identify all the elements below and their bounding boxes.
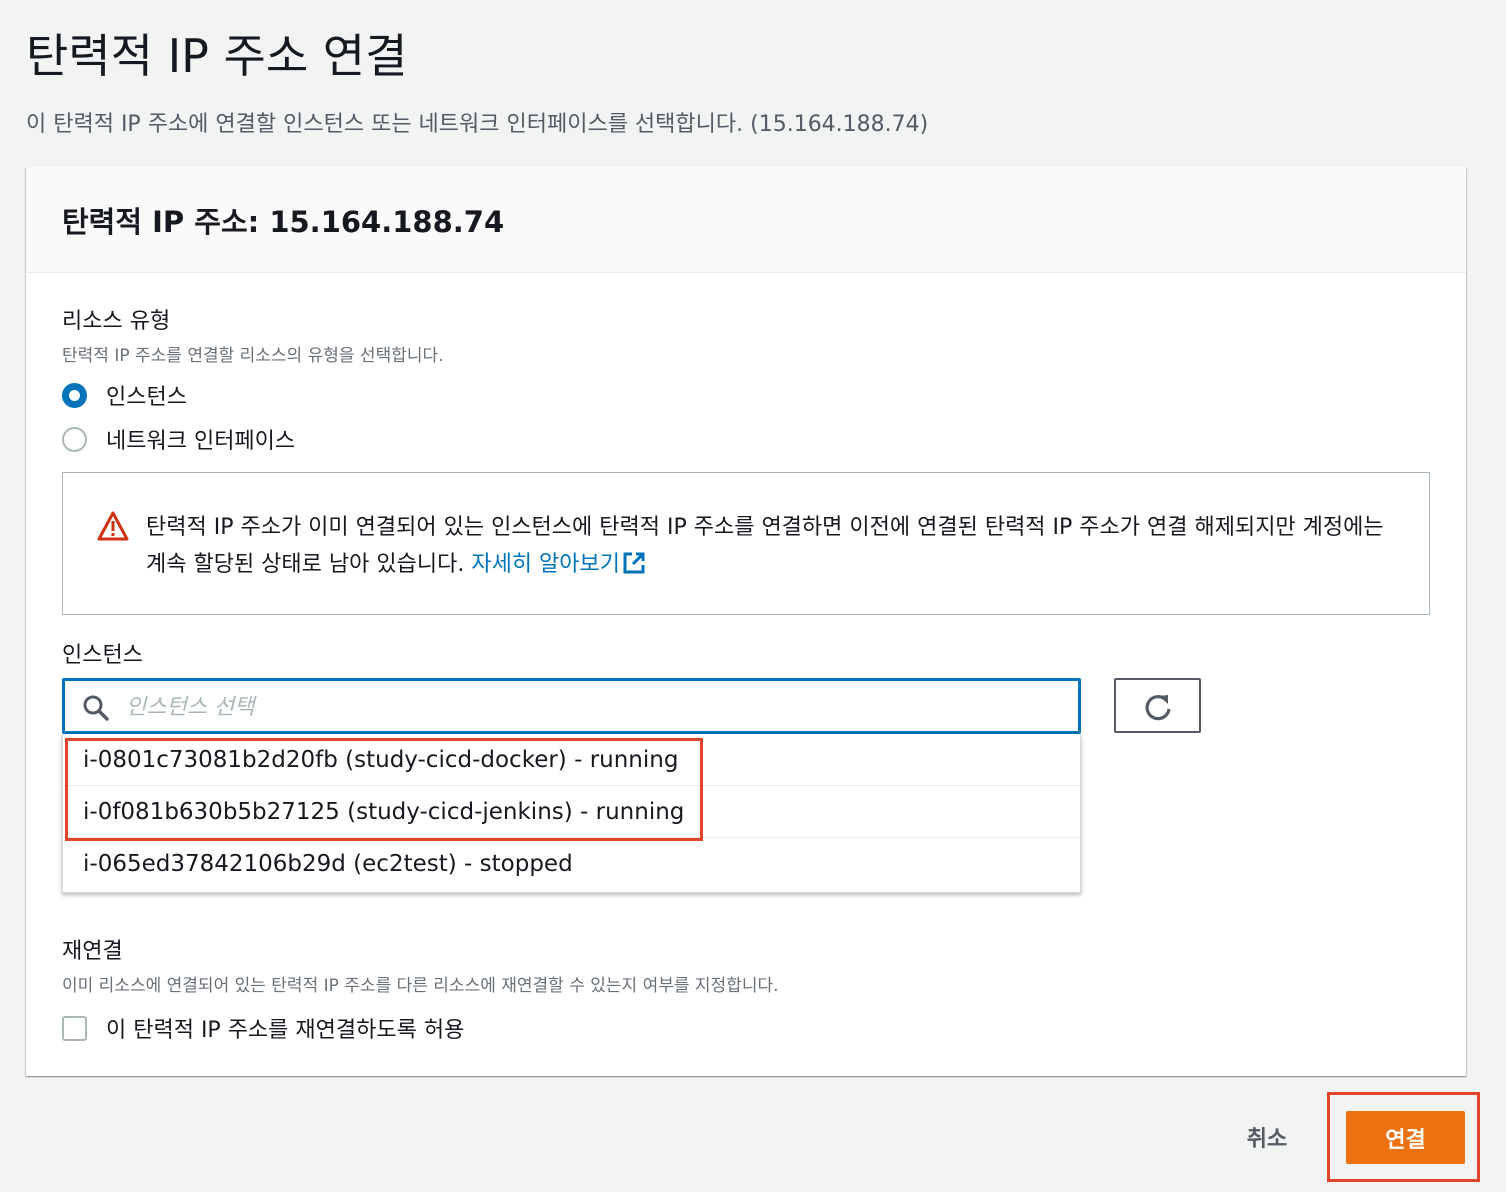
panel-title: 탄력적 IP 주소: 15.164.188.74 [62, 205, 505, 239]
instance-option[interactable]: i-0f081b630b5b27125 (study-cicd-jenkins)… [63, 786, 1080, 838]
refresh-icon [1145, 695, 1171, 721]
cancel-button[interactable]: 취소 [1232, 1115, 1302, 1159]
instance-search-input[interactable] [126, 690, 1026, 724]
instance-search-box[interactable] [62, 678, 1081, 734]
instance-dropdown-list: i-0801c73081b2d20fb (study-cicd-docker) … [62, 734, 1081, 893]
instance-option[interactable]: i-0801c73081b2d20fb (study-cicd-docker) … [63, 734, 1080, 786]
refresh-button[interactable] [1114, 678, 1201, 733]
reassociate-section: 재연결 이미 리소스에 연결되어 있는 탄력적 IP 주소를 다른 리소스에 재… [62, 933, 779, 1044]
warning-alert: 탄력적 IP 주소가 이미 연결되어 있는 인스턴스에 탄력적 IP 주소를 연… [62, 472, 1430, 615]
page-description: 이 탄력적 IP 주소에 연결할 인스턴스 또는 네트워크 인터페이스를 선택합… [26, 112, 929, 137]
reassociate-checkbox[interactable] [62, 1015, 87, 1041]
learn-more-link[interactable]: 자세히 알아보기 [471, 552, 646, 577]
radio-network-interface[interactable] [62, 426, 87, 452]
page-title: 탄력적 IP 주소 연결 [26, 29, 408, 83]
learn-more-label[interactable]: 자세히 알아보기 [471, 552, 620, 577]
radio-option-instance[interactable]: 인스턴스 [62, 380, 444, 410]
radio-option-network-interface[interactable]: 네트워크 인터페이스 [62, 424, 444, 454]
radio-instance-label[interactable]: 인스턴스 [106, 379, 187, 411]
warning-message: 탄력적 IP 주소가 이미 연결되어 있는 인스턴스에 탄력적 IP 주소를 연… [146, 515, 1384, 577]
reassociate-description: 이미 리소스에 연결되어 있는 탄력적 IP 주소를 다른 리소스에 재연결할 … [62, 976, 779, 996]
panel-header: 탄력적 IP 주소: 15.164.188.74 [26, 167, 1466, 273]
warning-text-block: 탄력적 IP 주소가 이미 연결되어 있는 인스턴스에 탄력적 IP 주소를 연… [146, 509, 1406, 583]
external-link-icon [623, 552, 645, 574]
search-icon [83, 695, 109, 721]
radio-network-interface-label[interactable]: 네트워크 인터페이스 [106, 423, 295, 455]
resource-type-description: 탄력적 IP 주소를 연결할 리소스의 유형을 선택합니다. [62, 346, 444, 366]
reassociate-checkbox-row[interactable]: 이 탄력적 IP 주소를 재연결하도록 허용 [62, 1012, 779, 1044]
warning-icon [97, 511, 129, 541]
resource-type-label: 리소스 유형 [62, 309, 171, 334]
associate-panel: 탄력적 IP 주소: 15.164.188.74 리소스 유형 탄력적 IP 주… [26, 167, 1466, 1076]
reassociate-checkbox-label[interactable]: 이 탄력적 IP 주소를 재연결하도록 허용 [106, 1012, 464, 1044]
instance-option[interactable]: i-065ed37842106b29d (ec2test) - stopped [63, 838, 1080, 890]
radio-instance[interactable] [62, 382, 87, 408]
instance-label: 인스턴스 [62, 643, 143, 668]
reassociate-label: 재연결 [62, 939, 123, 964]
associate-button[interactable]: 연결 [1346, 1111, 1465, 1164]
resource-type-section: 리소스 유형 탄력적 IP 주소를 연결할 리소스의 유형을 선택합니다. 인스… [62, 303, 444, 454]
